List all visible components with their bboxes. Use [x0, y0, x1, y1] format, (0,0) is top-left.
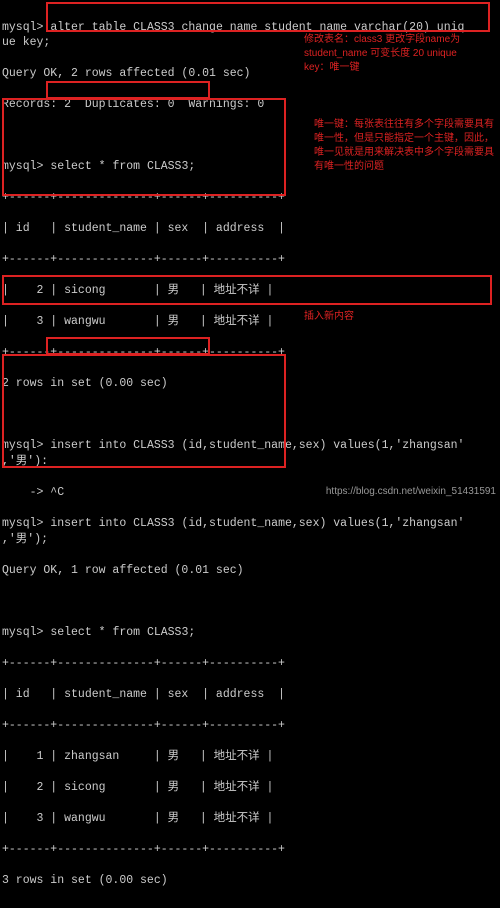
- mysql-prompt[interactable]: mysql>: [2, 517, 43, 530]
- mysql-prompt[interactable]: mysql>: [2, 21, 43, 34]
- table-border: +------+--------------+------+----------…: [2, 656, 498, 672]
- annotation-alter: 修改表名：class3 更改字段name为 student_name 可变长度 …: [304, 33, 484, 75]
- alter-result-2: Records: 2 Duplicates: 0 Warnings: 0: [2, 97, 498, 113]
- table-border: +------+--------------+------+----------…: [2, 842, 498, 858]
- table-border: +------+--------------+------+----------…: [2, 345, 498, 361]
- rows-count: 2 rows in set (0.00 sec): [2, 376, 498, 392]
- insert-result: Query OK, 1 row affected (0.01 sec): [2, 563, 498, 579]
- table-row: | 3 | wangwu | 男 | 地址不详 |: [2, 811, 498, 827]
- rows-count: 3 rows in set (0.00 sec): [2, 873, 498, 889]
- table-row: | 2 | sicong | 男 | 地址不详 |: [2, 780, 498, 796]
- table-header: | id | student_name | sex | address |: [2, 221, 498, 237]
- table-header: | id | student_name | sex | address |: [2, 687, 498, 703]
- sql-select-2: select * from CLASS3;: [50, 626, 195, 639]
- sql-insert-bad: insert into CLASS3 (id,student_name,sex)…: [2, 439, 464, 468]
- mysql-prompt[interactable]: mysql>: [2, 626, 43, 639]
- table-border: +------+--------------+------+----------…: [2, 190, 498, 206]
- annotation-unique: 唯一键：每张表往往有多个字段需要具有唯一性，但是只能指定一个主键，因此，唯一见就…: [314, 118, 494, 174]
- mysql-prompt[interactable]: mysql>: [2, 160, 43, 173]
- watermark-text: https://blog.csdn.net/weixin_51431591: [326, 485, 496, 499]
- table-border: +------+--------------+------+----------…: [2, 718, 498, 734]
- table-row: | 2 | sicong | 男 | 地址不详 |: [2, 283, 498, 299]
- sql-insert-ok: insert into CLASS3 (id,student_name,sex)…: [2, 517, 464, 546]
- annotation-insert: 插入新内容: [304, 310, 424, 324]
- sql-select-1: select * from CLASS3;: [50, 160, 195, 173]
- mysql-prompt[interactable]: mysql>: [2, 439, 43, 452]
- table-row: | 1 | zhangsan | 男 | 地址不详 |: [2, 749, 498, 765]
- table-border: +------+--------------+------+----------…: [2, 252, 498, 268]
